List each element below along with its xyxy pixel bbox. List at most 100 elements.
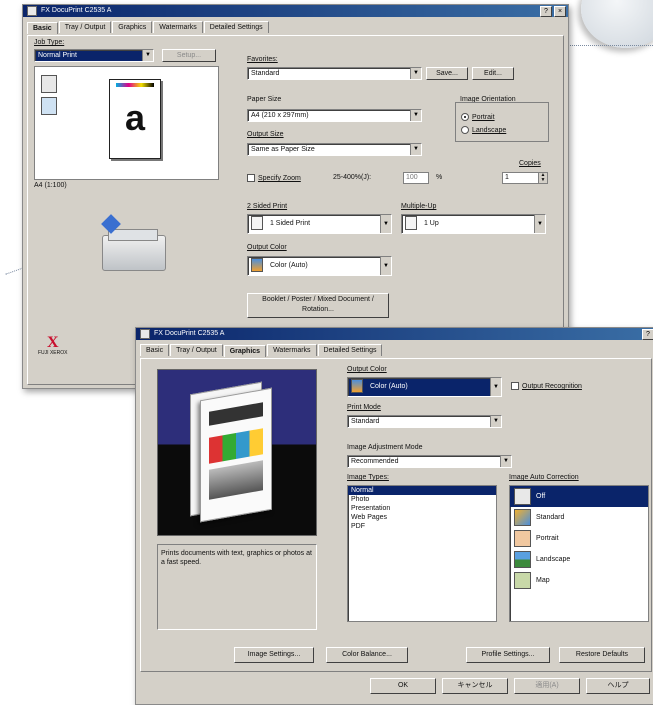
zoom-range-label: 25-400%(J): [333,174,372,181]
map-icon [514,572,531,589]
job-type-label: Job Type: [34,39,65,46]
auto-correction-map[interactable]: Map [510,570,648,591]
one-sided-icon [251,216,263,231]
auto-correction-label: Image Auto Correction [509,474,579,481]
ok-button[interactable]: OK [370,678,436,694]
image-type-presentation[interactable]: Presentation [348,504,496,513]
tab-graphics[interactable]: Graphics [223,345,267,357]
paper-caption: A4 (1:100) [34,182,67,189]
image-type-normal[interactable]: Normal [348,486,496,495]
standard-icon [514,509,531,526]
output-color-value: Color (Auto) [369,383,408,390]
graphics-preview-image [157,369,317,536]
specify-zoom-label: Specify Zoom [258,174,301,182]
multiple-up-select[interactable]: 1 Up ▼ [401,214,546,234]
brand-text: FUJI XEROX [38,350,68,356]
color-output-icon [351,379,363,394]
auto-correction-landscape[interactable]: Landscape [510,549,648,570]
orientation-portrait-option[interactable]: Portrait [461,113,495,121]
favorites-label: Favorites: [247,56,278,63]
save-button[interactable]: Save... [426,67,468,80]
zoom-value: 100 [406,174,418,181]
title-bar[interactable]: FX DocuPrint C2535 A ? × [23,5,568,17]
tab-basic[interactable]: Basic [140,344,170,356]
auto-correction-standard[interactable]: Standard [510,507,648,528]
job-type-setup-button[interactable]: Setup... [162,49,216,62]
auto-correction-list[interactable]: Off Standard Portrait Landscape Map [509,485,649,622]
tab-tray-output[interactable]: Tray / Output [58,21,112,33]
print-mode-select[interactable]: Standard ▼ [347,415,502,428]
tab-detailed-settings[interactable]: Detailed Settings [203,21,269,33]
description-box: Prints documents with text, graphics or … [157,544,317,630]
specify-zoom-option[interactable]: Specify Zoom [247,174,301,182]
radio-selected-icon [461,113,469,121]
tab-watermarks[interactable]: Watermarks [153,21,203,33]
help-button[interactable]: ヘルプ [586,678,650,694]
output-color-label: Output Color [247,244,287,251]
chevron-down-icon: ▼ [500,456,511,467]
apply-button[interactable]: 適用(A) [514,678,580,694]
booklet-poster-button[interactable]: Booklet / Poster / Mixed Document / Rota… [247,293,389,318]
copies-spinner[interactable]: 1 ▲ ▼ [502,172,548,184]
printer-illustration [98,214,168,273]
help-title-button[interactable]: ? [642,328,653,340]
landscape-icon [514,551,531,568]
orientation-portrait-label: Portrait [472,113,495,121]
image-type-photo[interactable]: Photo [348,495,496,504]
output-color-label: Output Color [347,366,387,373]
image-type-pdf[interactable]: PDF [348,522,496,531]
cancel-button[interactable]: キャンセル [442,678,508,694]
favorites-value: Standard [251,70,280,77]
help-title-button[interactable]: ? [540,5,552,17]
auto-correction-off[interactable]: Off [510,486,648,507]
copies-value: 1 [505,174,509,181]
printer-properties-window-graphics: FX DocuPrint C2535 A ? Basic Tray / Outp… [135,327,653,705]
output-recognition-option[interactable]: Output Recognition [511,382,582,390]
color-balance-button[interactable]: Color Balance... [326,647,408,663]
tab-graphics[interactable]: Graphics [112,21,153,33]
portrait-icon [514,530,531,547]
tab-basic[interactable]: Basic [27,22,58,34]
chevron-down-icon: ▼ [410,144,421,155]
checkbox-icon [247,174,255,182]
restore-defaults-button[interactable]: Restore Defaults [559,647,645,663]
orientation-landscape-option[interactable]: Landscape [461,126,506,134]
chevron-down-icon: ▼ [380,257,391,275]
edit-button[interactable]: Edit... [472,67,514,80]
close-title-button[interactable]: × [554,5,566,17]
image-type-web-pages[interactable]: Web Pages [348,513,496,522]
two-sided-select[interactable]: 1 Sided Print ▼ [247,214,392,234]
image-types-list[interactable]: Normal Photo Presentation Web Pages PDF [347,485,497,622]
chevron-down-icon: ▼ [534,215,545,233]
tab-watermarks[interactable]: Watermarks [267,344,317,356]
radio-icon [461,126,469,134]
tab-detailed-settings[interactable]: Detailed Settings [317,344,383,356]
printer-icon [140,329,150,339]
image-adjustment-select[interactable]: Recommended ▼ [347,455,512,468]
output-size-select[interactable]: Same as Paper Size ▼ [247,143,422,156]
output-color-select[interactable]: Color (Auto) ▼ [247,256,392,276]
printer-icon [27,6,37,16]
paper-size-select[interactable]: A4 (210 x 297mm) ▼ [247,109,422,122]
profile-settings-button[interactable]: Profile Settings... [466,647,550,663]
output-color-select[interactable]: Color (Auto) ▼ [347,377,502,397]
paper-preview-area: a [34,66,219,180]
multiple-up-value: 1 Up [423,220,439,227]
favorites-select[interactable]: Standard ▼ [247,67,422,80]
image-settings-button[interactable]: Image Settings... [234,647,314,663]
title-bar[interactable]: FX DocuPrint C2535 A ? [136,328,653,340]
tab-strip: Basic Tray / Output Graphics Watermarks … [23,17,568,34]
image-types-label: Image Types: [347,474,389,481]
spinner-arrows-icon[interactable]: ▲ ▼ [538,173,547,183]
paper-size-value: A4 (210 x 297mm) [251,112,309,119]
orientation-group [455,102,549,142]
description-text: Prints documents with text, graphics or … [161,550,312,566]
zoom-input[interactable]: 100 [403,172,429,184]
job-type-select[interactable]: Normal Print ▼ [34,49,154,62]
print-mode-label: Print Mode [347,404,381,411]
copies-label: Copies [519,160,541,167]
auto-correction-portrait[interactable]: Portrait [510,528,648,549]
tab-tray-output[interactable]: Tray / Output [170,344,223,356]
output-color-value: Color (Auto) [269,262,308,269]
one-up-icon [405,216,417,231]
